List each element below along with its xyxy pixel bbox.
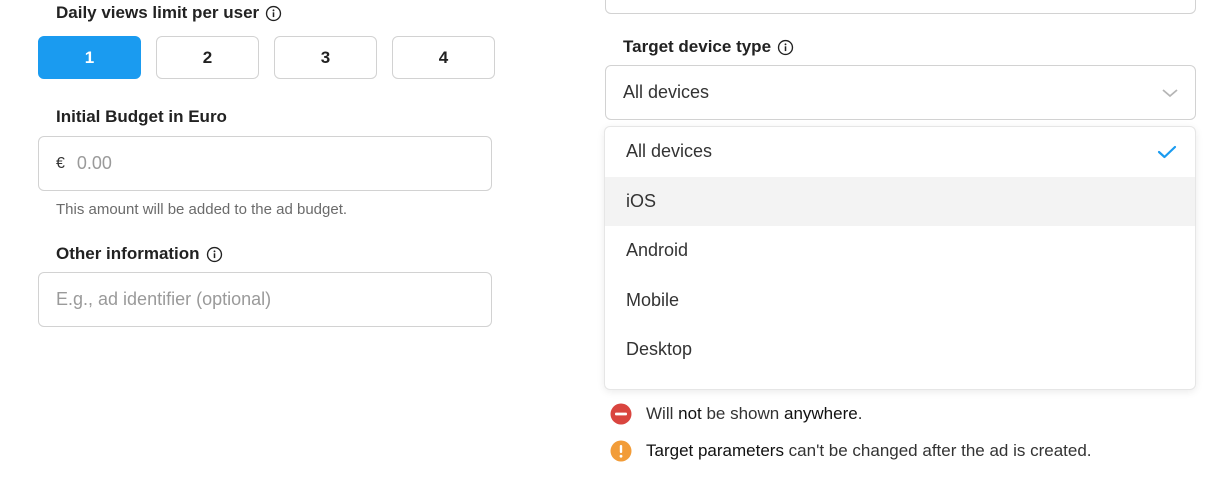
- euro-symbol: €: [56, 154, 65, 172]
- views-option-2[interactable]: 2: [156, 36, 259, 79]
- views-option-3[interactable]: 3: [274, 36, 377, 79]
- info-icon[interactable]: [265, 5, 282, 22]
- budget-hint: This amount will be added to the ad budg…: [56, 201, 348, 218]
- views-option-4[interactable]: 4: [392, 36, 495, 79]
- device-option-all[interactable]: All devices: [605, 127, 1195, 177]
- device-type-dropdown: All devices iOS Android Mobile Desktop: [604, 126, 1196, 390]
- views-option-1[interactable]: 1: [38, 36, 141, 79]
- chevron-down-icon: [1162, 88, 1178, 97]
- error-icon: [610, 403, 632, 425]
- warning-notice: Will not be shown anywhere.: [610, 403, 862, 425]
- device-type-select[interactable]: All devices: [605, 65, 1196, 120]
- device-option-desktop[interactable]: Desktop: [605, 325, 1195, 375]
- daily-views-options: 1 2 3 4: [38, 36, 495, 79]
- daily-views-label: Daily views limit per user: [56, 3, 282, 23]
- device-option-android[interactable]: Android: [605, 226, 1195, 276]
- info-icon[interactable]: [777, 39, 794, 56]
- budget-label: Initial Budget in Euro: [56, 107, 227, 126]
- budget-field[interactable]: €: [38, 136, 492, 191]
- previous-field-partial[interactable]: [605, 0, 1196, 14]
- info-icon[interactable]: [206, 246, 223, 263]
- other-info-field[interactable]: [38, 272, 492, 327]
- device-type-label: Target device type: [623, 37, 794, 57]
- device-type-value: All devices: [623, 82, 710, 102]
- exclamation-icon: [610, 440, 632, 462]
- info-notice: Target parameters can't be changed after…: [610, 440, 1092, 462]
- checkmark-icon: [1157, 145, 1177, 158]
- device-option-ios[interactable]: iOS: [605, 176, 1195, 226]
- device-option-mobile[interactable]: Mobile: [605, 276, 1195, 326]
- budget-input[interactable]: [76, 153, 491, 174]
- other-info-label: Other information: [56, 244, 223, 264]
- other-info-input[interactable]: [56, 289, 491, 310]
